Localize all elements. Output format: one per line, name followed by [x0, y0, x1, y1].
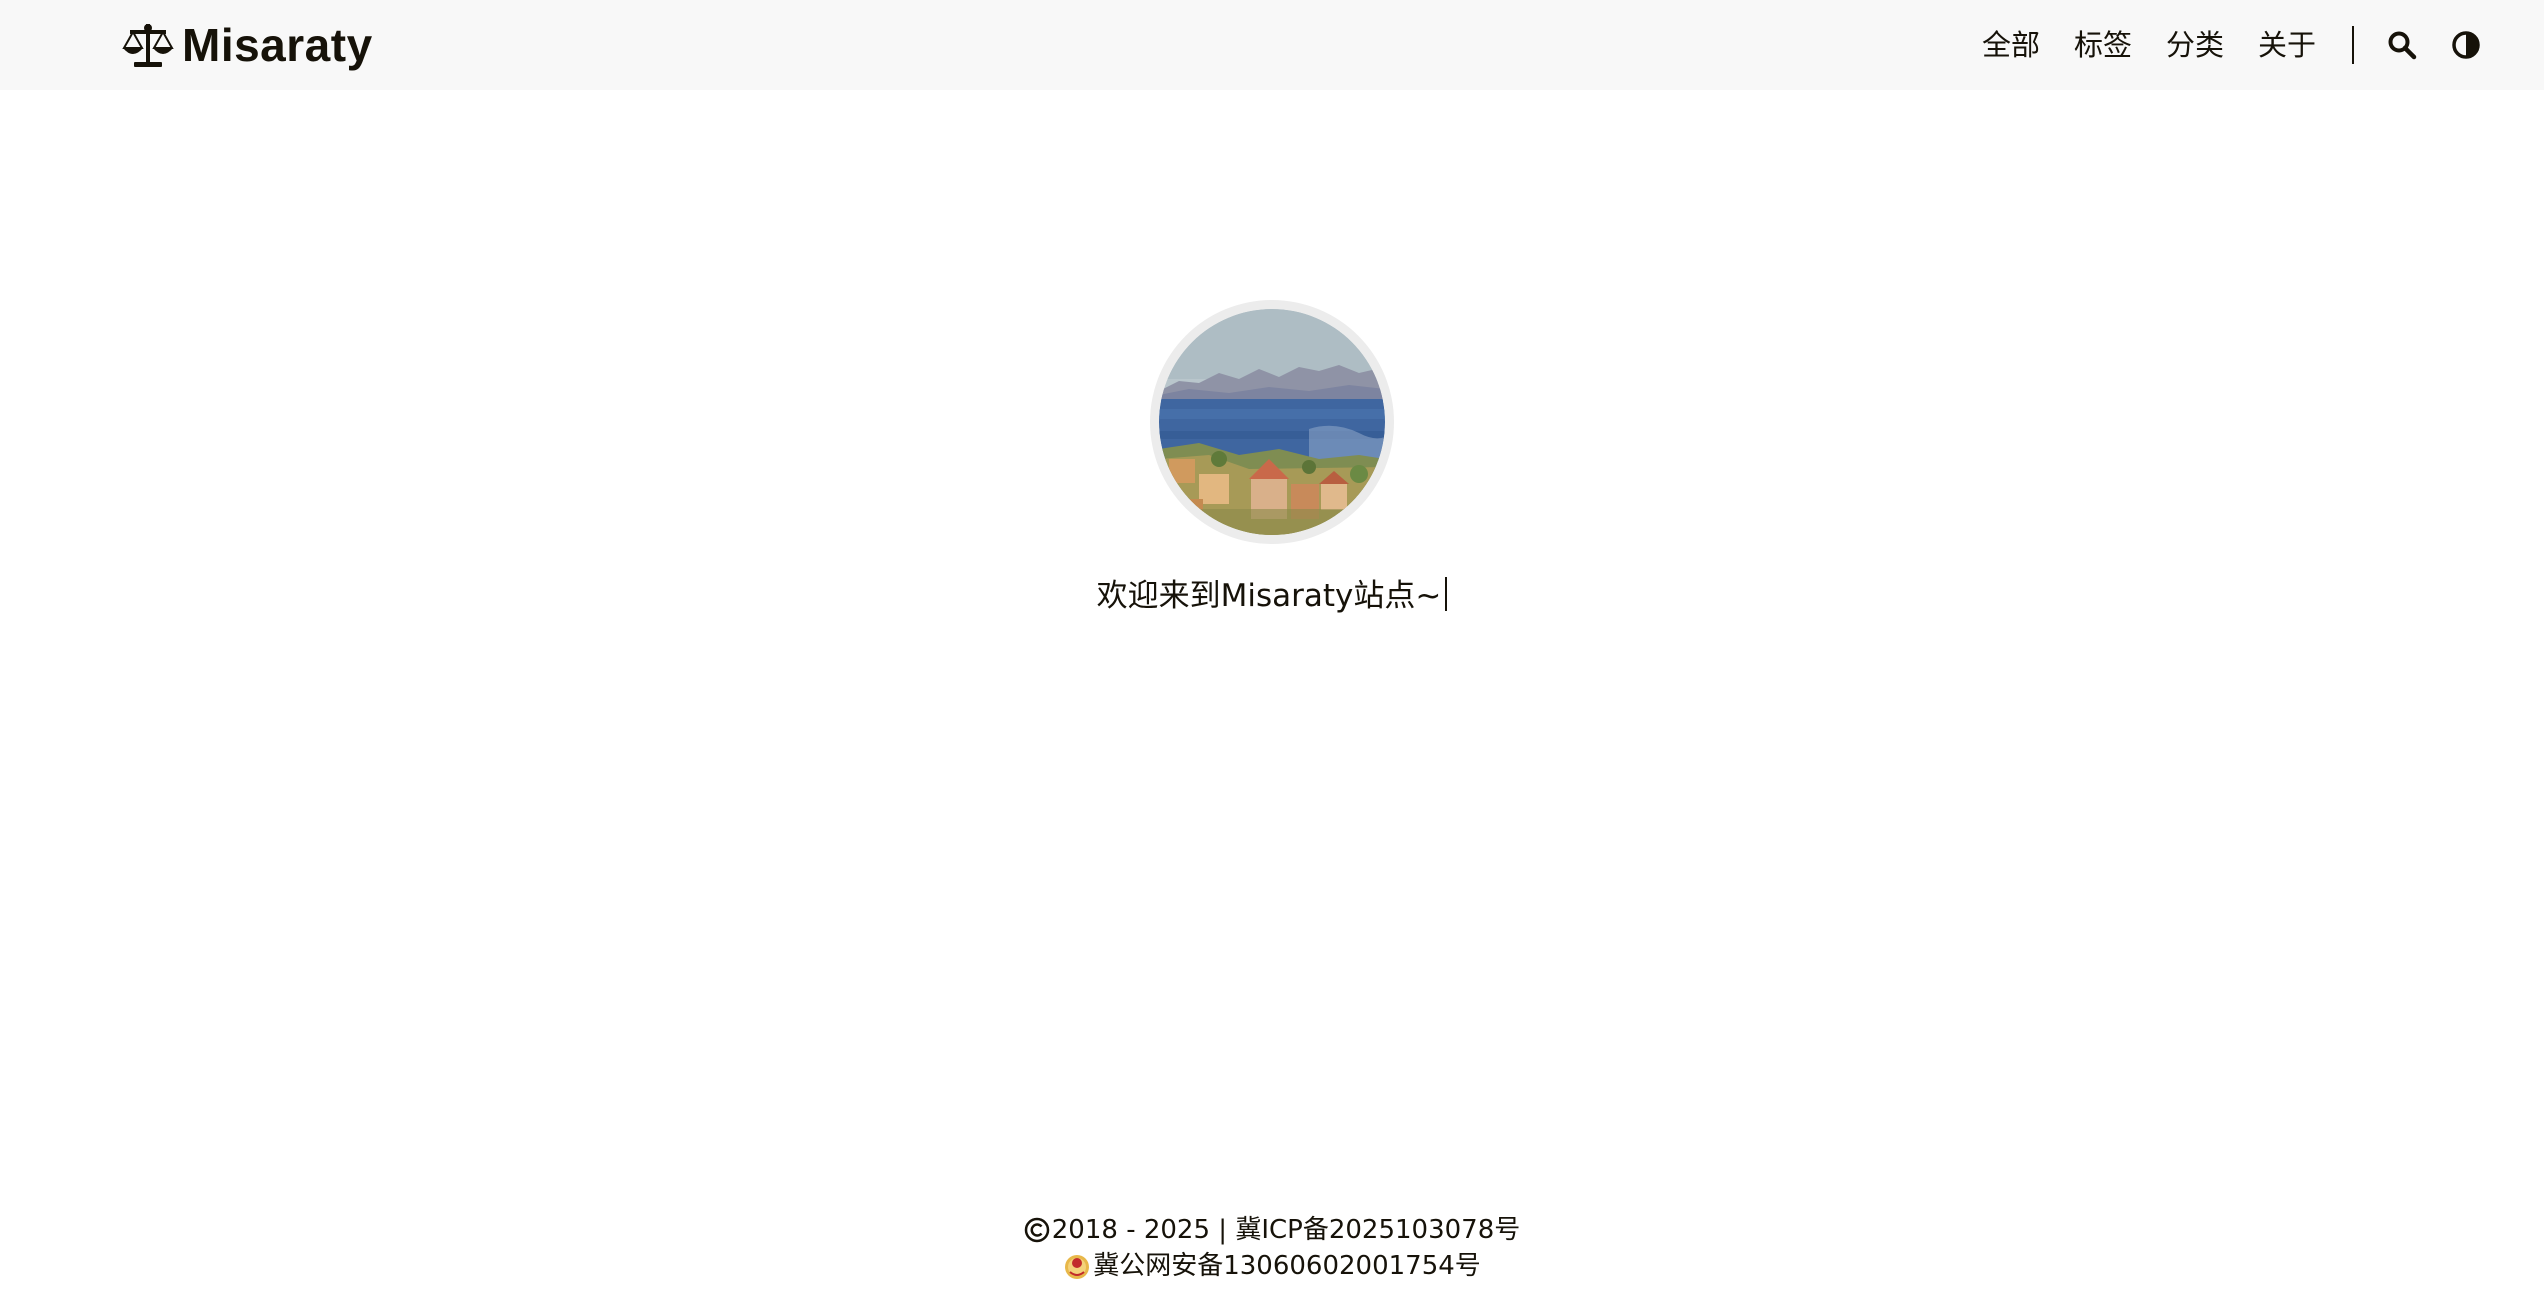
site-name: Misaraty [182, 19, 373, 71]
nav-divider [2352, 26, 2354, 64]
hero-section: 欢迎来到Misaraty站点~ [0, 300, 2544, 618]
copyright-icon [1024, 1217, 1050, 1243]
footer-police-line: 冀公网安备13060602001754号 [0, 1248, 2544, 1284]
search-button[interactable] [2382, 25, 2422, 65]
typing-cursor [1445, 577, 1448, 611]
main-nav: 全部 标签 分类 关于 [1982, 0, 2544, 90]
nav-item-about[interactable]: 关于 [2258, 25, 2316, 65]
theme-toggle-icon [2452, 31, 2480, 59]
theme-toggle-button[interactable] [2446, 25, 2486, 65]
welcome-message: 欢迎来到Misaraty站点~ [1097, 574, 1448, 618]
footer-copyright-line: 2018 - 2025 | 冀ICP备2025103078号 [0, 1212, 2544, 1248]
site-header: Misaraty 全部 标签 分类 关于 [0, 0, 2544, 90]
nav-item-categories[interactable]: 分类 [2166, 25, 2224, 65]
avatar-frame [1150, 300, 1394, 544]
site-footer: 2018 - 2025 | 冀ICP备2025103078号 冀公网安备1306… [0, 1212, 2544, 1284]
nav-item-tags[interactable]: 标签 [2074, 25, 2132, 65]
nav-item-all[interactable]: 全部 [1982, 25, 2040, 65]
police-record-link[interactable]: 冀公网安备13060602001754号 [1093, 1248, 1481, 1284]
copyright-text: 2018 - 2025 | [1051, 1215, 1236, 1245]
balance-scale-icon [122, 24, 174, 67]
search-icon [2388, 31, 2417, 60]
welcome-text: 欢迎来到Misaraty站点~ [1096, 578, 1442, 614]
avatar[interactable] [1159, 309, 1385, 535]
icp-link[interactable]: 冀ICP备2025103078号 [1235, 1212, 1520, 1248]
police-badge-icon [1065, 1255, 1090, 1279]
site-logo-link[interactable]: Misaraty [122, 18, 373, 72]
